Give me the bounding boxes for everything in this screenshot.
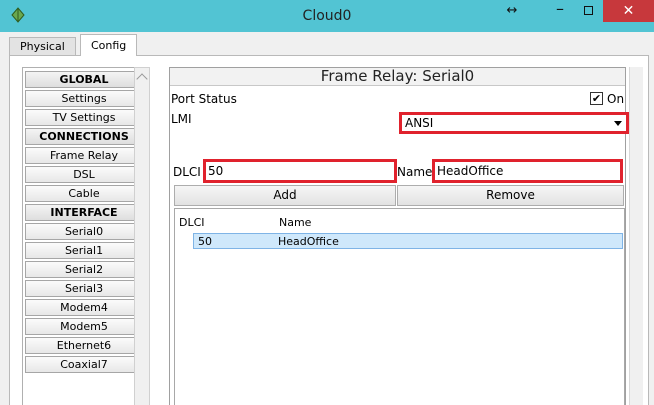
sidebar-header-global: GLOBAL	[25, 71, 143, 88]
sidebar-item-tv-settings[interactable]: TV Settings	[25, 109, 143, 126]
sidebar-header-connections: CONNECTIONS	[25, 128, 143, 145]
sidebar-item-serial1[interactable]: Serial1	[25, 242, 143, 259]
sidebar-item-serial3[interactable]: Serial3	[25, 280, 143, 297]
port-status-checkbox[interactable]: ✔	[590, 92, 603, 105]
add-button[interactable]: Add	[174, 185, 396, 206]
maximize-icon	[583, 6, 593, 15]
panel-title: Frame Relay: Serial0	[170, 68, 625, 86]
row-name: HeadOffice	[278, 235, 339, 248]
sidebar-item-serial2[interactable]: Serial2	[25, 261, 143, 278]
sidebar-item-settings[interactable]: Settings	[25, 90, 143, 107]
config-panel: GLOBAL Settings TV Settings CONNECTIONS …	[9, 55, 649, 405]
sidebar-item-frame-relay[interactable]: Frame Relay	[25, 147, 143, 164]
row-dlci: 50	[198, 235, 212, 248]
frame-relay-panel: Frame Relay: Serial0 Port Status ✔ On LM…	[169, 67, 629, 405]
table-row[interactable]: 50 HeadOffice	[193, 233, 623, 249]
sidebar-item-ethernet6[interactable]: Ethernet6	[25, 337, 143, 354]
sidebar-item-coaxial7[interactable]: Coaxial7	[25, 356, 143, 373]
port-status-label: Port Status	[171, 92, 237, 106]
chevron-up-icon[interactable]	[136, 73, 148, 85]
tab-config[interactable]: Config	[80, 34, 138, 56]
title-bar[interactable]: Cloud0 ↔ – ✕	[0, 0, 654, 32]
sidebar-scrollbar[interactable]	[134, 67, 150, 405]
sidebar-item-dsl[interactable]: DSL	[25, 166, 143, 183]
window-client: Physical Config GLOBAL Settings TV Setti…	[0, 32, 654, 405]
dlci-label: DLCI	[173, 165, 201, 179]
column-header-dlci[interactable]: DLCI	[179, 216, 205, 229]
sidebar: GLOBAL Settings TV Settings CONNECTIONS …	[22, 67, 149, 405]
sidebar-header-interface: INTERFACE	[25, 204, 143, 221]
lmi-select[interactable]: ANSI	[399, 112, 629, 134]
sidebar-item-serial0[interactable]: Serial0	[25, 223, 143, 240]
sidebar-item-modem5[interactable]: Modem5	[25, 318, 143, 335]
lmi-selected-value: ANSI	[405, 116, 434, 130]
column-header-name[interactable]: Name	[279, 216, 311, 229]
on-label: On	[607, 92, 625, 106]
resize-icon[interactable]: ↔	[500, 0, 524, 22]
lmi-label: LMI	[171, 112, 192, 126]
dlci-table: DLCI Name 50 HeadOffice	[174, 208, 625, 405]
close-button[interactable]: ✕	[603, 0, 654, 22]
remove-button[interactable]: Remove	[397, 185, 624, 206]
name-input[interactable]: HeadOffice	[432, 159, 623, 183]
sidebar-item-modem4[interactable]: Modem4	[25, 299, 143, 316]
name-label: Name	[397, 165, 433, 179]
minimize-button[interactable]: –	[546, 0, 574, 22]
dlci-input[interactable]: 50	[203, 159, 397, 183]
panel-scrollbar[interactable]	[629, 67, 643, 405]
maximize-button[interactable]	[574, 0, 602, 22]
chevron-down-icon	[614, 121, 622, 126]
sidebar-item-cable[interactable]: Cable	[25, 185, 143, 202]
tab-physical[interactable]: Physical	[9, 37, 76, 56]
